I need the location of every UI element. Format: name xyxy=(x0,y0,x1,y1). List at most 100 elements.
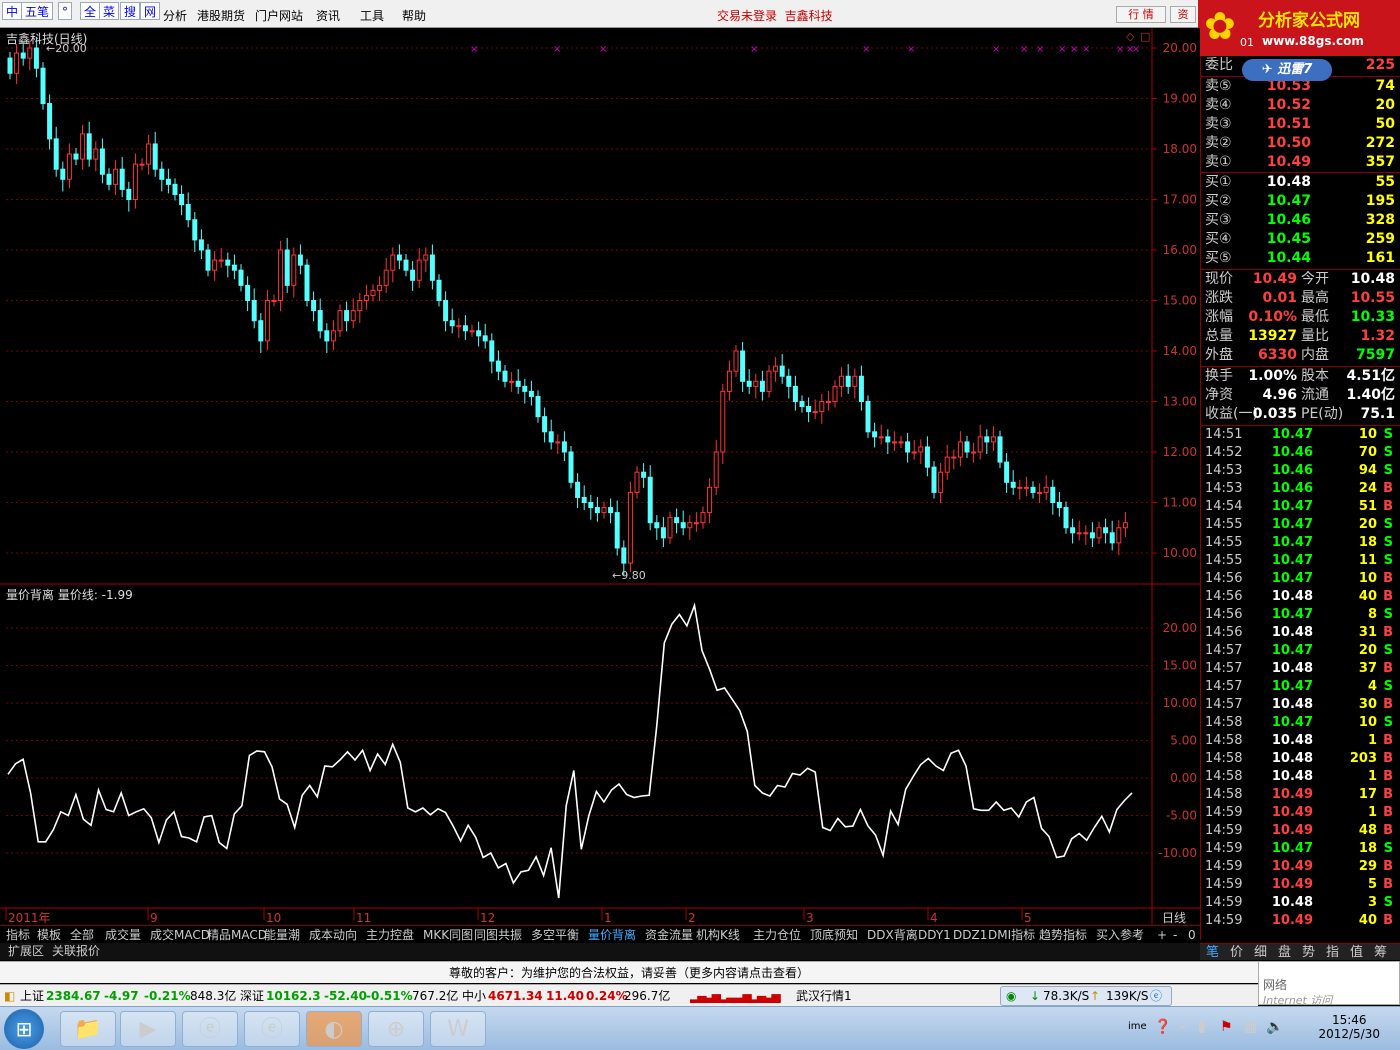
tick-row: 14:57 10.47 20 S xyxy=(1205,643,1393,658)
tab-indicator-2[interactable]: 全部 xyxy=(70,927,94,943)
bid-row[interactable]: 买② 10.47 195 xyxy=(1201,192,1399,211)
bid-row[interactable]: 买③ 10.46 328 xyxy=(1201,211,1399,230)
sh-name[interactable]: 上证 xyxy=(20,985,44,1007)
panel-tab-0[interactable]: 笔 xyxy=(1206,944,1219,961)
bank-icon[interactable]: ⊕ xyxy=(368,1011,424,1047)
explorer-icon[interactable]: 📁 xyxy=(60,1011,116,1047)
fundamental-row: 换手 1.00% 股本 4.51亿 xyxy=(1205,368,1395,384)
tab-indicator-7[interactable]: 成本动向 xyxy=(309,927,357,943)
panel-tab-5[interactable]: 指 xyxy=(1326,944,1339,961)
tab-indicator-13[interactable]: 资金流量 xyxy=(645,927,693,943)
network-tray-icon[interactable]: ▦ xyxy=(1244,1019,1257,1035)
ime-full-button[interactable]: 全 xyxy=(80,2,101,20)
flag-tray-icon[interactable]: ⚑ xyxy=(1220,1019,1233,1035)
ask-row[interactable]: 卖① 10.49 357 xyxy=(1201,153,1399,172)
indicator-tick-label: 20.00 xyxy=(1163,621,1197,635)
ime-menu-button[interactable]: 菜 xyxy=(99,2,120,20)
tab-indicator-14[interactable]: 机构K线 xyxy=(696,927,740,943)
ime-wubi-button[interactable]: 五笔 xyxy=(21,2,54,20)
tab-indicator-11[interactable]: 多空平衡 xyxy=(531,927,579,943)
signal-marker: × xyxy=(1082,44,1090,55)
diamond-icon: ◇ xyxy=(1126,30,1135,43)
tab-indicator-12[interactable]: 量价背离 xyxy=(588,927,636,943)
chart-area[interactable]: 20.00 19.00 18.00 17.00 16.00 15.00 14.00 13.00… xyxy=(0,28,1200,940)
brand-banner[interactable]: ✿ 分析家公式网 www.88gs.com 01 xyxy=(1198,0,1400,56)
zx-pct: 0.24% xyxy=(586,989,628,1003)
candle-body xyxy=(1023,486,1029,489)
tab-extension[interactable]: 扩展区 xyxy=(8,943,44,960)
ie-mini-icon[interactable]: ⓔ xyxy=(1150,985,1162,1007)
chart-canvas[interactable]: 20.0019.0018.0017.0016.0015.0014.0013.00… xyxy=(0,28,1200,940)
panel-tab-7[interactable]: 筹 xyxy=(1374,944,1387,961)
tab-related-quotes[interactable]: 关联报价 xyxy=(52,943,100,960)
candle-body xyxy=(80,133,86,160)
candle-body xyxy=(872,431,878,438)
extra-quote[interactable]: 武汉行情1 xyxy=(796,985,852,1007)
tick-row: 14:58 10.49 17 B xyxy=(1205,787,1393,802)
clock[interactable]: 15:46 2012/5/30 xyxy=(1318,1013,1380,1041)
panel-tab-6[interactable]: 值 xyxy=(1350,944,1363,961)
sz-change: -52.40 xyxy=(324,989,367,1003)
menu-portal[interactable]: 门户网站 xyxy=(255,7,303,24)
menu-news[interactable]: 资讯 xyxy=(316,7,340,24)
tab-indicator-17[interactable]: DDX背离 xyxy=(867,927,918,943)
stock-app-icon[interactable]: ◐ xyxy=(306,1011,362,1047)
ime-web-button[interactable]: 网 xyxy=(140,2,161,20)
xunlei-badge[interactable]: ✈ 迅雷7 xyxy=(1242,59,1332,81)
ime-zh-button[interactable]: 中 xyxy=(2,2,23,20)
bid-row[interactable]: 买⑤ 10.44 161 xyxy=(1201,249,1399,268)
menu-help[interactable]: 帮助 xyxy=(402,7,426,24)
panel-tab-1[interactable]: 价 xyxy=(1230,944,1243,961)
menu-tools[interactable]: 工具 xyxy=(360,7,384,24)
date-label: 2 xyxy=(688,911,696,925)
word-icon[interactable]: W xyxy=(430,1011,486,1047)
zx-name[interactable]: 中小 xyxy=(462,985,486,1007)
bid-row[interactable]: 买④ 10.45 259 xyxy=(1201,230,1399,249)
ie-icon[interactable]: ⓔ xyxy=(182,1011,238,1047)
tab-indicator-15[interactable]: 主力仓位 xyxy=(753,927,801,943)
zoom-in-button[interactable]: + xyxy=(1157,927,1167,943)
help-tray-icon[interactable]: ❓ xyxy=(1154,1019,1171,1035)
notice-bar[interactable]: 尊敬的客户：为维护您的合法权益，请妥善（更多内容请点击查看） xyxy=(0,961,1258,983)
power-tray-icon[interactable]: ▮ xyxy=(1198,1019,1206,1035)
ask-row[interactable]: 卖④ 10.52 20 xyxy=(1201,96,1399,115)
tab-indicator-10[interactable]: 同图共振 xyxy=(474,927,522,943)
tab-indicator-20[interactable]: DMI指标 xyxy=(988,927,1035,943)
signal-marker: × xyxy=(1036,44,1044,55)
tab-indicator-18[interactable]: DDY1 xyxy=(918,927,951,943)
reset-button[interactable]: 0 xyxy=(1188,927,1196,943)
panel-tab-2[interactable]: 细 xyxy=(1254,944,1267,961)
info-button[interactable]: 资 xyxy=(1170,6,1196,23)
ask-row[interactable]: 卖③ 10.51 50 xyxy=(1201,115,1399,134)
quote-button[interactable]: 行 情 xyxy=(1116,6,1166,23)
zoom-out-button[interactable]: - xyxy=(1173,927,1177,943)
panel-tab-4[interactable]: 势 xyxy=(1302,944,1315,961)
bid-row[interactable]: 买① 10.48 55 xyxy=(1201,173,1399,192)
ime-dot-button[interactable]: ° xyxy=(58,2,72,20)
panel-tab-3[interactable]: 盘 xyxy=(1278,944,1291,961)
browser-icon[interactable]: ⓔ xyxy=(244,1011,300,1047)
tab-indicator-19[interactable]: DDZ1 xyxy=(953,927,987,943)
start-button[interactable]: ⊞ xyxy=(4,1009,44,1049)
ime-indicator[interactable]: ime xyxy=(1128,1021,1147,1032)
tab-indicator-3[interactable]: 成交量 xyxy=(105,927,141,943)
sz-name[interactable]: 深证 xyxy=(240,985,264,1007)
tab-indicator-6[interactable]: 能量潮 xyxy=(264,927,300,943)
trade-status: 交易未登录 吉鑫科技 xyxy=(717,9,833,23)
ime-search-button[interactable]: 搜 xyxy=(120,2,141,20)
tab-indicator-22[interactable]: 买入参考 xyxy=(1096,927,1144,943)
volume-tray-icon[interactable]: 🔈 xyxy=(1266,1019,1283,1035)
tab-indicator-9[interactable]: MKK同图 xyxy=(423,927,473,943)
tab-indicator-16[interactable]: 顶底预知 xyxy=(810,927,858,943)
tab-indicator-5[interactable]: 精品MACD xyxy=(207,927,267,943)
tab-indicator-21[interactable]: 趋势指标 xyxy=(1039,927,1087,943)
tab-indicator-1[interactable]: 模板 xyxy=(37,927,61,943)
tab-indicator-4[interactable]: 成交MACD xyxy=(150,927,210,943)
menu-analysis[interactable]: 分析 xyxy=(163,7,187,24)
media-player-icon[interactable]: ▶ xyxy=(120,1011,176,1047)
ask-row[interactable]: 卖② 10.50 272 xyxy=(1201,134,1399,153)
tab-indicator-0[interactable]: 指标 xyxy=(6,927,30,943)
usb-tray-icon[interactable]: ⌁ xyxy=(1178,1019,1186,1035)
menu-hk-futures[interactable]: 港股期货 xyxy=(197,7,245,24)
tab-indicator-8[interactable]: 主力控盘 xyxy=(366,927,414,943)
